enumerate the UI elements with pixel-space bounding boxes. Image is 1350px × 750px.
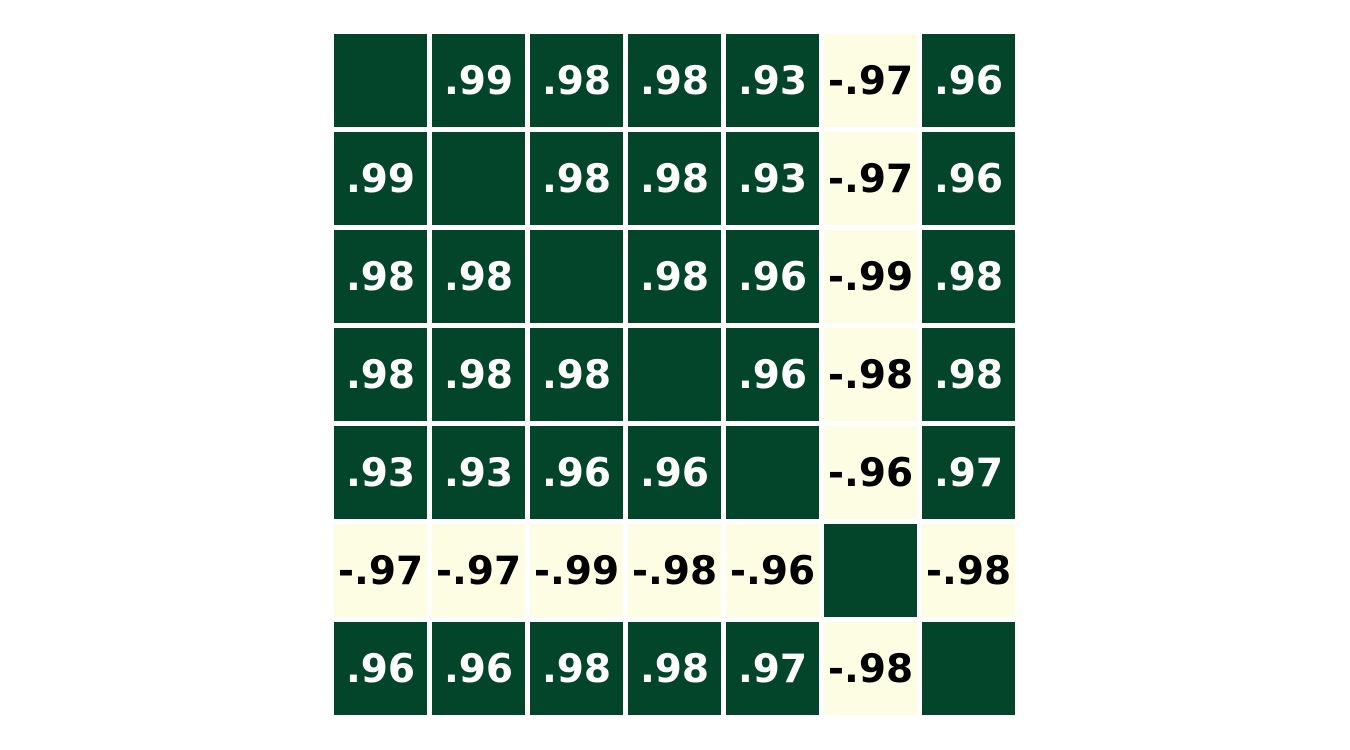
heatmap-label-r1-c6: .96 [934,157,1003,202]
heatmap-label-r4-c1: .93 [444,451,513,496]
heatmap-label-r6-c2: .98 [542,647,611,692]
heatmap-cell-r2-c2 [530,230,623,323]
heatmap-label-r4-c6: .97 [934,451,1003,496]
heatmap-label-r4-c3: .96 [640,451,709,496]
heatmap-label-r4-c0: .93 [346,451,415,496]
heatmap-label-r1-c5: -.97 [828,157,913,202]
heatmap-label-r2-c0: .98 [346,255,415,300]
heatmap-label-r2-c5: -.99 [828,255,913,300]
heatmap-label-r6-c1: .96 [444,647,513,692]
heatmap-label-r6-c0: .96 [346,647,415,692]
heatmap-label-r3-c0: .98 [346,353,415,398]
heatmap-label-r6-c3: .98 [640,647,709,692]
heatmap-label-r3-c1: .98 [444,353,513,398]
heatmap-label-r4-c5: -.96 [828,451,913,496]
heatmap-label-r1-c3: .98 [640,157,709,202]
heatmap-label-r6-c5: -.98 [828,647,913,692]
heatmap-label-r2-c3: .98 [640,255,709,300]
heatmap-label-r5-c0: -.97 [338,549,423,594]
heatmap-label-r0-c4: .93 [738,59,807,104]
heatmap-cell-r1-c1 [432,132,525,225]
heatmap-label-r2-c1: .98 [444,255,513,300]
heatmap-label-r5-c6: -.98 [926,549,1011,594]
heatmap-label-r5-c4: -.96 [730,549,815,594]
heatmap-label-r1-c0: .99 [346,157,415,202]
heatmap-cell-r0-c0 [334,34,427,127]
heatmap-label-r0-c2: .98 [542,59,611,104]
heatmap-label-r3-c2: .98 [542,353,611,398]
heatmap-label-r5-c2: -.99 [534,549,619,594]
heatmap-label-r3-c4: .96 [738,353,807,398]
heatmap-label-r3-c6: .98 [934,353,1003,398]
heatmap-label-r1-c2: .98 [542,157,611,202]
heatmap-label-r0-c6: .96 [934,59,1003,104]
heatmap-label-r0-c1: .99 [444,59,513,104]
heatmap-label-r1-c4: .93 [738,157,807,202]
heatmap-cell-r5-c5 [824,524,917,617]
heatmap-cell-r3-c3 [628,328,721,421]
heatmap-label-r5-c3: -.98 [632,549,717,594]
heatmap-label-r4-c2: .96 [542,451,611,496]
heatmap-label-r2-c4: .96 [738,255,807,300]
heatmap-label-r6-c4: .97 [738,647,807,692]
heatmap-label-r0-c5: -.97 [828,59,913,104]
heatmap-label-r5-c1: -.97 [436,549,521,594]
heatmap-cell-r4-c4 [726,426,819,519]
heatmap-label-r2-c6: .98 [934,255,1003,300]
heatmap-label-r3-c5: -.98 [828,353,913,398]
correlation-heatmap: .99 .98 .98 .93 -.97 .96 .99 .98 .98 .93 -.97 .96 .9… [334,34,1015,715]
heatmap-cell-r6-c6 [922,622,1015,715]
heatmap-label-r0-c3: .98 [640,59,709,104]
